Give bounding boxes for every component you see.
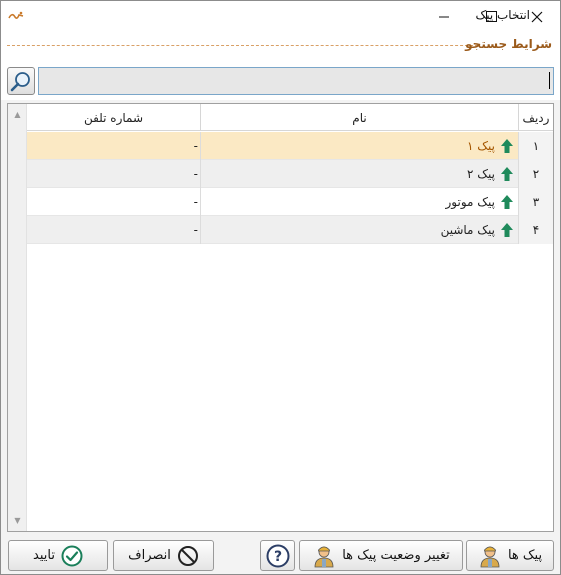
cancel-button[interactable]: انصراف: [113, 540, 214, 571]
help-button[interactable]: ?: [260, 540, 295, 571]
confirm-button[interactable]: تایید: [8, 540, 108, 571]
name-cell: پیک موتور: [200, 188, 518, 216]
title-bar: انتخاب پیک: [1, 1, 560, 32]
minimize-button[interactable]: [421, 1, 467, 32]
row-index-cell: ۴: [518, 216, 553, 244]
check-circle-icon: [61, 545, 83, 567]
table-row[interactable]: - پیک ماشین ۴: [27, 216, 553, 244]
name-cell: پیک ۲: [200, 160, 518, 188]
courier-grid: ▲ ▼ شماره تلفن نام ردیف - پیک ۱ ۱ - پیک …: [7, 103, 554, 532]
search-button[interactable]: [7, 67, 35, 95]
table-row[interactable]: - پیک ۲ ۲: [27, 160, 553, 188]
minimize-icon: [438, 16, 449, 18]
row-index-cell: ۱: [518, 132, 553, 160]
search-section-title: شرایط جستجو: [465, 37, 552, 51]
column-header-row[interactable]: ردیف: [518, 104, 553, 131]
name-cell: پیک ۱: [200, 132, 518, 160]
couriers-label: پیک ها: [507, 548, 543, 563]
change-courier-status-button[interactable]: تغییر وضعیت پیک ها: [299, 540, 463, 571]
phone-cell: -: [193, 167, 198, 181]
scroll-up-icon[interactable]: ▲: [8, 106, 27, 123]
block-icon: [177, 545, 199, 567]
arrow-up-icon: [501, 195, 513, 209]
phone-cell: -: [193, 139, 198, 153]
search-input[interactable]: [38, 67, 554, 95]
scroll-down-icon[interactable]: ▼: [8, 512, 27, 529]
section-divider: [7, 45, 478, 46]
app-logo-icon: [8, 11, 24, 19]
search-icon: [10, 72, 30, 92]
close-button[interactable]: [514, 1, 560, 32]
name-cell: پیک ماشین: [200, 216, 518, 244]
text-caret: [549, 72, 550, 89]
courier-select-window: انتخاب پیک شرایط جستجو ▲ ▼ شماره تلفن نا…: [0, 0, 561, 575]
maximize-icon: [485, 11, 497, 22]
svg-text:?: ?: [273, 549, 281, 565]
row-index-cell: ۲: [518, 160, 553, 188]
arrow-up-icon: [501, 223, 513, 237]
column-header-phone[interactable]: شماره تلفن: [27, 104, 200, 131]
arrow-up-icon: [501, 167, 513, 181]
confirm-label: تایید: [33, 548, 55, 563]
change-status-label: تغییر وضعیت پیک ها: [342, 548, 450, 563]
question-icon: ?: [266, 544, 290, 568]
vertical-scrollbar[interactable]: ▲ ▼: [8, 104, 27, 531]
phone-cell: -: [193, 195, 198, 209]
couriers-button[interactable]: پیک ها: [466, 540, 554, 571]
close-icon: [531, 11, 543, 22]
courier-person-icon: [478, 544, 502, 568]
phone-cell: -: [193, 223, 198, 237]
arrow-up-icon: [501, 139, 513, 153]
row-index-cell: ۳: [518, 188, 553, 216]
maximize-button[interactable]: [468, 1, 514, 32]
search-section-header: شرایط جستجو: [1, 32, 560, 58]
courier-person-icon: [312, 544, 336, 568]
column-header-name[interactable]: نام: [200, 104, 518, 131]
search-row: [1, 58, 560, 100]
cancel-label: انصراف: [128, 548, 171, 563]
table-row[interactable]: - پیک موتور ۳: [27, 188, 553, 216]
table-row[interactable]: - پیک ۱ ۱: [27, 132, 553, 160]
grid-header: شماره تلفن نام ردیف: [27, 104, 553, 131]
